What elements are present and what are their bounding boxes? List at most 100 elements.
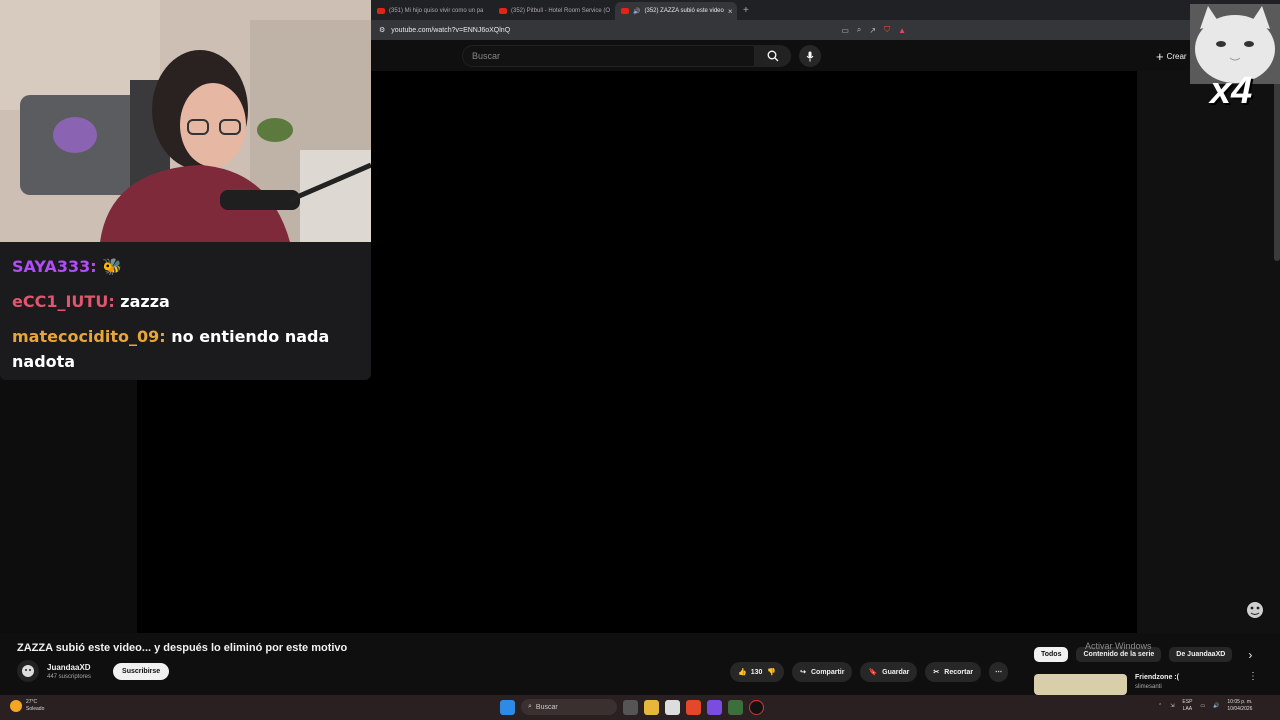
chat-message: matecocidito_09: no entiendo nada nadota — [12, 324, 359, 374]
channel-name[interactable]: JuandaaXD — [47, 663, 91, 672]
tab-label: (352) ZAZZA subió este video — [644, 8, 724, 14]
windows-watermark: Activar Windows — [1085, 641, 1152, 651]
like-button[interactable]: 👍 130 — [738, 668, 762, 677]
site-settings-icon[interactable]: ⚙ — [379, 26, 385, 34]
right-column — [1137, 71, 1280, 633]
search-input[interactable]: Buscar — [462, 45, 755, 67]
volume-icon[interactable]: 🔊 — [1213, 703, 1219, 709]
subscriber-count: 447 suscriptores — [47, 673, 92, 680]
chip-all[interactable]: Todos — [1034, 647, 1069, 662]
recommendation-title[interactable]: Friendzone :( — [1135, 674, 1179, 681]
dislike-button[interactable]: 👎 — [767, 668, 776, 676]
lang-top: ESP — [1182, 699, 1193, 705]
close-icon[interactable]: × — [728, 7, 733, 16]
chevron-up-icon[interactable]: ⌃ — [1158, 703, 1162, 709]
url-actions: ▭ ⌕ ↗ ⛉ ▲ — [841, 25, 906, 35]
emote-icon: 🐝 — [102, 257, 123, 276]
chat-text: zazza — [120, 292, 170, 311]
cat-overlay: x4 — [1190, 4, 1280, 112]
create-label: Crear — [1166, 52, 1187, 61]
weather-temp: 27°C — [26, 699, 38, 705]
network-icon[interactable]: ▭ — [1200, 703, 1205, 709]
language-indicator[interactable]: ESP LAA — [1182, 699, 1192, 713]
youtube-header: Buscar + Crear — [371, 40, 1280, 71]
lang-bottom: LAA — [1182, 706, 1193, 712]
android-icon[interactable] — [728, 699, 743, 715]
weather-widget[interactable]: 27°C Soleado — [10, 699, 44, 713]
recommendation-item[interactable]: Friendzone :( slimesanti — [1034, 674, 1179, 695]
scissors-icon: ✂ — [933, 669, 940, 676]
voice-search-button[interactable] — [799, 45, 821, 67]
taskbar-search-label: Buscar — [535, 703, 558, 711]
file-explorer-icon[interactable] — [644, 699, 659, 715]
screen: (351) Mi hijo quiso vivir como un pa (35… — [0, 0, 1280, 720]
taskbar-apps: ⌕ Buscar — [500, 699, 764, 715]
windows-taskbar: 27°C Soleado ⌕ Buscar ⌃ ⇲ ESP LAA ▭ 🔊 10… — [0, 695, 1280, 720]
brave-shield-icon[interactable]: ⛉ — [884, 25, 890, 35]
like-dislike-group: 👍 130 👎 — [730, 662, 785, 682]
chat-username: SAYA333: — [12, 257, 97, 276]
app-grid-icon[interactable] — [707, 699, 722, 715]
usb-icon[interactable]: ⇲ — [1170, 703, 1174, 709]
subscribe-button[interactable]: Suscribirse — [113, 662, 170, 680]
rewards-icon[interactable]: ▲ — [898, 26, 906, 35]
webcam-image — [0, 0, 371, 242]
chat-message: eCC1_IUTU: zazza — [12, 289, 359, 314]
windows-start-icon[interactable] — [500, 699, 515, 715]
browser-tab-2[interactable]: (352) Pitbull - Hotel Room Service (O — [493, 2, 615, 20]
new-tab-button[interactable]: + — [737, 5, 755, 16]
recommendation-menu-icon[interactable]: ⋮ — [1248, 671, 1258, 682]
share-icon: ↪ — [800, 669, 806, 676]
chat-username: eCC1_IUTU: — [12, 292, 115, 311]
clock[interactable]: 10:05 p. m. 10/04/2026 — [1227, 699, 1252, 713]
store-icon[interactable] — [665, 699, 680, 715]
save-button[interactable]: 🔖 Guardar — [860, 662, 918, 682]
plus-icon: + — [1156, 49, 1164, 64]
time: 10:05 p. m. — [1227, 699, 1253, 705]
microphone-icon — [806, 51, 814, 61]
cast-icon[interactable]: ▭ — [841, 26, 849, 35]
youtube-icon — [377, 8, 385, 14]
url-field[interactable]: ⚙ youtube.com/watch?v=ENNJ6oXQlnQ — [375, 23, 841, 37]
clip-button[interactable]: ✂ Recortar — [925, 662, 982, 682]
create-button[interactable]: + Crear — [1156, 49, 1187, 64]
url-text: youtube.com/watch?v=ENNJ6oXQlnQ — [391, 26, 511, 34]
share-button[interactable]: ↪ Compartir — [792, 662, 853, 682]
address-bar: ⚙ youtube.com/watch?v=ENNJ6oXQlnQ ▭ ⌕ ↗ … — [371, 20, 1280, 40]
thumbs-down-icon: 👎 — [767, 669, 777, 676]
video-actions: 👍 130 👎 ↪ Compartir 🔖 Guardar ✂ Recortar… — [730, 662, 1009, 682]
chip-channel[interactable]: De JuandaaXD — [1169, 647, 1233, 662]
avatar[interactable] — [17, 660, 39, 682]
chat-username: matecocidito_09: — [12, 327, 166, 346]
browser-tab-3[interactable]: 🔊 (352) ZAZZA subió este video × — [615, 2, 737, 20]
system-tray: ⌃ ⇲ ESP LAA ▭ 🔊 10:05 p. m. 10/04/2026 — [1158, 699, 1252, 713]
speaker-icon: 🔊 — [633, 8, 641, 15]
sun-icon — [10, 700, 22, 712]
video-info: ZAZZA subió este video... y después lo e… — [0, 633, 1280, 695]
share-icon[interactable]: ↗ — [869, 26, 876, 35]
taskbar-search[interactable]: ⌕ Buscar — [521, 699, 617, 715]
brave-icon[interactable] — [686, 699, 701, 715]
left-margin — [0, 380, 137, 633]
browser-tab-1[interactable]: (351) Mi hijo quiso vivir como un pa — [371, 2, 493, 20]
recommendation-thumbnail[interactable] — [1034, 674, 1127, 695]
channel-info: JuandaaXD 447 suscriptores — [47, 663, 91, 680]
stream-chat: SAYA333: 🐝 eCC1_IUTU: zazza matecocidito… — [0, 242, 371, 380]
youtube-icon — [499, 8, 507, 14]
bookmark-icon: 🔖 — [868, 669, 878, 676]
channel-avatar-icon — [22, 665, 34, 677]
channel-watermark-icon[interactable] — [1244, 600, 1266, 620]
more-button[interactable]: ⋯ — [989, 662, 1009, 682]
chat-message: SAYA333: 🐝 — [12, 254, 359, 279]
share-label: Compartir — [811, 668, 845, 676]
save-label: Guardar — [882, 668, 910, 676]
search-button[interactable] — [755, 45, 791, 67]
zoom-icon[interactable]: ⌕ — [857, 25, 861, 35]
obs-icon[interactable] — [749, 699, 764, 715]
more-icon: ⋯ — [995, 669, 1003, 676]
task-view-icon[interactable] — [623, 699, 638, 715]
browser-tabbar: (351) Mi hijo quiso vivir como un pa (35… — [371, 0, 1280, 20]
date: 10/04/2026 — [1227, 706, 1253, 712]
webcam-feed — [0, 0, 371, 242]
chevron-right-icon[interactable]: › — [1248, 648, 1252, 662]
